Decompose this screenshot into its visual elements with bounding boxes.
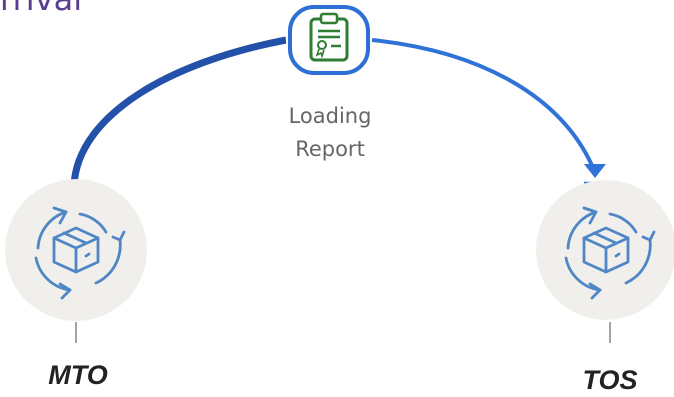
node-tos <box>536 180 674 320</box>
page-title: rrival <box>0 0 82 18</box>
flow-diagram <box>5 3 674 343</box>
report-label-line1: Loading <box>288 104 372 128</box>
node-mto <box>5 179 147 321</box>
node-mto-label: MTO <box>48 360 108 390</box>
report-label: Loading Report <box>250 100 410 166</box>
report-badge <box>286 3 372 77</box>
node-tos-label: TOS <box>582 365 638 395</box>
report-label-line2: Report <box>295 137 365 161</box>
